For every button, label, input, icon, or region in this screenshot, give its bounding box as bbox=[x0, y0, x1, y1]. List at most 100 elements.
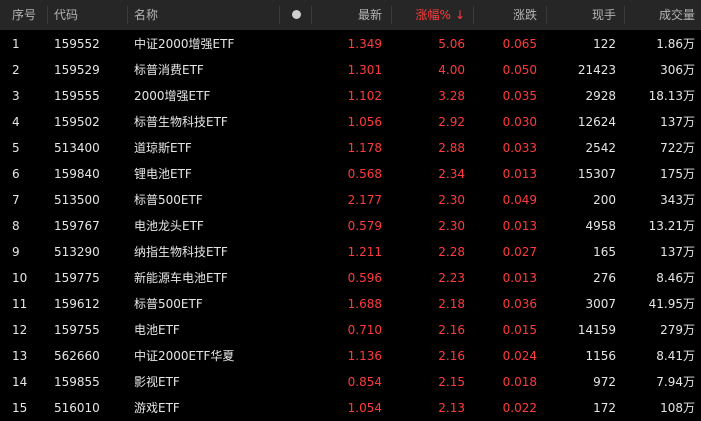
table-row[interactable]: 10 159775 新能源车电池ETF 0.596 2.23 0.013 276 8.46万 bbox=[0, 265, 701, 291]
row-volume-hand: 2928 bbox=[585, 89, 616, 103]
row-dot-cell bbox=[280, 161, 312, 187]
row-change: 0.015 bbox=[502, 323, 537, 337]
etf-quote-table: 序号 代码 名称 最新 涨幅% ↓ 涨跌 现手 成交量 1 159552 中证2000… bbox=[0, 0, 701, 419]
row-volume-hand: 165 bbox=[593, 245, 616, 259]
row-change: 0.065 bbox=[502, 37, 537, 51]
row-name: 标普生物科技ETF bbox=[134, 115, 228, 129]
row-name: 游戏ETF bbox=[134, 401, 180, 415]
row-code: 513290 bbox=[54, 245, 100, 259]
table-row[interactable]: 6 159840 锂电池ETF 0.568 2.34 0.013 15307 175万 bbox=[0, 161, 701, 187]
row-volume-hand: 276 bbox=[593, 271, 616, 285]
row-latest: 1.688 bbox=[347, 297, 382, 311]
row-dot-cell bbox=[280, 395, 312, 421]
row-name: 锂电池ETF bbox=[134, 167, 192, 181]
row-volume-hand: 14159 bbox=[577, 323, 616, 337]
table-row[interactable]: 7 513500 标普500ETF 2.177 2.30 0.049 200 343万 bbox=[0, 187, 701, 213]
row-code: 159502 bbox=[54, 115, 100, 129]
row-change-pct: 5.06 bbox=[438, 37, 465, 51]
row-dot-cell bbox=[280, 213, 312, 239]
header-turnover[interactable]: 成交量 bbox=[625, 0, 701, 30]
circle-icon bbox=[291, 10, 301, 19]
row-volume-hand: 12624 bbox=[577, 115, 616, 129]
header-code[interactable]: 代码 bbox=[48, 0, 128, 30]
row-volume-hand: 4958 bbox=[585, 219, 616, 233]
row-latest: 0.568 bbox=[347, 167, 382, 181]
row-latest: 0.854 bbox=[347, 375, 382, 389]
header-index[interactable]: 序号 bbox=[0, 0, 48, 30]
row-dot-cell bbox=[280, 291, 312, 317]
header-dot-column[interactable] bbox=[280, 0, 312, 30]
row-turnover: 722万 bbox=[660, 141, 695, 155]
row-change: 0.050 bbox=[502, 63, 537, 77]
header-change-pct[interactable]: 涨幅% ↓ bbox=[392, 0, 474, 30]
row-change-pct: 2.28 bbox=[438, 245, 465, 259]
row-change: 0.013 bbox=[502, 167, 537, 181]
row-code: 159767 bbox=[54, 219, 100, 233]
row-change-pct: 2.16 bbox=[438, 323, 465, 337]
row-name: 标普500ETF bbox=[134, 297, 203, 311]
row-dot-cell bbox=[280, 343, 312, 369]
row-turnover: 343万 bbox=[660, 193, 695, 207]
row-dot-cell bbox=[280, 369, 312, 395]
row-volume-hand: 972 bbox=[593, 375, 616, 389]
row-change: 0.013 bbox=[502, 271, 537, 285]
row-code: 562660 bbox=[54, 349, 100, 363]
table-header: 序号 代码 名称 最新 涨幅% ↓ 涨跌 现手 成交量 bbox=[0, 0, 701, 30]
row-turnover: 175万 bbox=[660, 167, 695, 181]
row-name: 2000增强ETF bbox=[134, 89, 211, 103]
row-index: 2 bbox=[12, 63, 20, 77]
row-turnover: 108万 bbox=[660, 401, 695, 415]
row-change-pct: 2.23 bbox=[438, 271, 465, 285]
table-row[interactable]: 13 562660 中证2000ETF华夏 1.136 2.16 0.024 1156 8.4… bbox=[0, 343, 701, 369]
table-row[interactable]: 3 159555 2000增强ETF 1.102 3.28 0.035 2928 18.13万 bbox=[0, 83, 701, 109]
row-turnover: 41.95万 bbox=[648, 297, 695, 311]
row-code: 159552 bbox=[54, 37, 100, 51]
row-index: 4 bbox=[12, 115, 20, 129]
header-change[interactable]: 涨跌 bbox=[474, 0, 547, 30]
table-row[interactable]: 9 513290 纳指生物科技ETF 1.211 2.28 0.027 165 137万 bbox=[0, 239, 701, 265]
row-latest: 1.136 bbox=[347, 349, 382, 363]
table-row[interactable]: 5 513400 道琼斯ETF 1.178 2.88 0.033 2542 722万 bbox=[0, 135, 701, 161]
row-change-pct: 2.13 bbox=[438, 401, 465, 415]
row-change-pct: 3.28 bbox=[438, 89, 465, 103]
table-row[interactable]: 15 516010 游戏ETF 1.054 2.13 0.022 172 108万 bbox=[0, 395, 701, 421]
row-dot-cell bbox=[280, 239, 312, 265]
row-code: 159840 bbox=[54, 167, 100, 181]
row-dot-cell bbox=[280, 265, 312, 291]
header-volume-hand[interactable]: 现手 bbox=[547, 0, 625, 30]
row-name: 中证2000增强ETF bbox=[134, 37, 235, 51]
table-row[interactable]: 12 159755 电池ETF 0.710 2.16 0.015 14159 279万 bbox=[0, 317, 701, 343]
row-name: 纳指生物科技ETF bbox=[134, 245, 228, 259]
row-index: 11 bbox=[12, 297, 28, 311]
table-row[interactable]: 2 159529 标普消费ETF 1.301 4.00 0.050 21423 306万 bbox=[0, 57, 701, 83]
row-code: 513500 bbox=[54, 193, 100, 207]
row-code: 513400 bbox=[54, 141, 100, 155]
table-row[interactable]: 4 159502 标普生物科技ETF 1.056 2.92 0.030 12624 137万 bbox=[0, 109, 701, 135]
row-index: 13 bbox=[12, 349, 28, 363]
row-change: 0.024 bbox=[502, 349, 537, 363]
row-volume-hand: 1156 bbox=[585, 349, 616, 363]
table-row[interactable]: 1 159552 中证2000增强ETF 1.349 5.06 0.065 122 1.86万 bbox=[0, 31, 701, 57]
header-name[interactable]: 名称 bbox=[128, 0, 280, 30]
row-change-pct: 2.34 bbox=[438, 167, 465, 181]
row-name: 标普500ETF bbox=[134, 193, 203, 207]
table-row[interactable]: 14 159855 影视ETF 0.854 2.15 0.018 972 7.94万 bbox=[0, 369, 701, 395]
row-latest: 1.102 bbox=[347, 89, 382, 103]
row-index: 15 bbox=[12, 401, 28, 415]
row-code: 159775 bbox=[54, 271, 100, 285]
row-latest: 0.579 bbox=[347, 219, 382, 233]
row-index: 1 bbox=[12, 37, 20, 51]
row-volume-hand: 122 bbox=[593, 37, 616, 51]
row-code: 159755 bbox=[54, 323, 100, 337]
table-row[interactable]: 11 159612 标普500ETF 1.688 2.18 0.036 3007 41.95万 bbox=[0, 291, 701, 317]
row-dot-cell bbox=[280, 57, 312, 83]
row-index: 3 bbox=[12, 89, 20, 103]
row-index: 14 bbox=[12, 375, 28, 389]
row-dot-cell bbox=[280, 135, 312, 161]
row-change-pct: 2.15 bbox=[438, 375, 465, 389]
row-turnover: 18.13万 bbox=[648, 89, 695, 103]
table-row[interactable]: 8 159767 电池龙头ETF 0.579 2.30 0.013 4958 13.21万 bbox=[0, 213, 701, 239]
row-code: 159855 bbox=[54, 375, 100, 389]
row-name: 电池龙头ETF bbox=[134, 219, 204, 233]
header-latest[interactable]: 最新 bbox=[312, 0, 392, 30]
